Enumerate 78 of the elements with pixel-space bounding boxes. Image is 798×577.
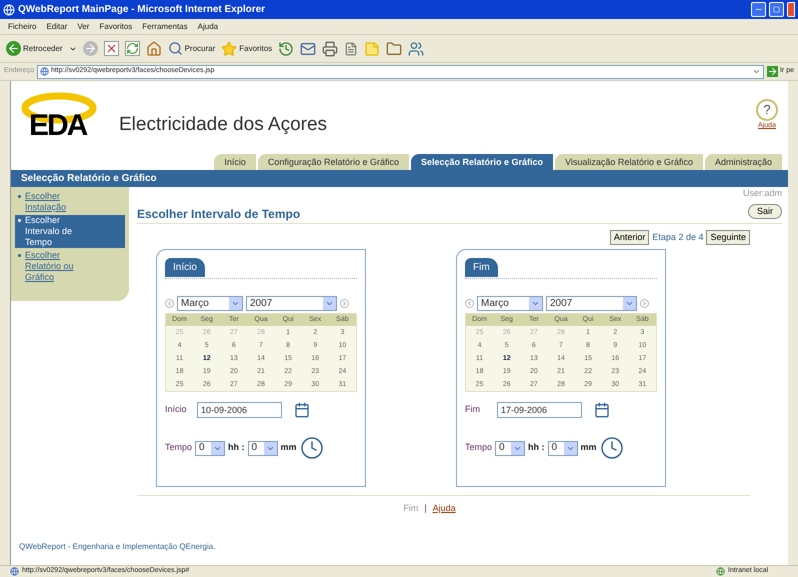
user-label: User:adm [742, 187, 782, 200]
section-bar: Selecção Relatório e Gráfico [11, 170, 788, 187]
maximize-button[interactable] [769, 2, 784, 17]
hours-unit: hh : [228, 441, 245, 454]
copyright-text: QWebReport - Engenharia e Implementação QEnergia. [18, 541, 216, 553]
sidebar-item[interactable]: Escolher Relatório ou Gráfico [15, 250, 125, 283]
next-month-icon[interactable] [340, 299, 349, 308]
clock-icon[interactable] [600, 436, 624, 460]
menu-item[interactable]: Favoritos [99, 20, 132, 32]
clock-icon[interactable] [300, 436, 324, 460]
date-field[interactable]: 10-09-2006 [197, 402, 282, 418]
company-name: Electricidade dos Açores [119, 113, 328, 137]
sidebar-item[interactable]: Escolher Instalação [15, 191, 125, 213]
back-button[interactable]: Retroceder [6, 41, 63, 56]
folder-icon[interactable] [386, 40, 402, 56]
page-icon [10, 567, 19, 576]
search-button[interactable]: Procurar [168, 41, 216, 56]
minimize-button[interactable] [751, 2, 766, 17]
page-icon [40, 67, 49, 76]
forward-icon[interactable] [82, 41, 98, 56]
menu-item[interactable]: Ficheiro [8, 20, 36, 32]
month-select[interactable]: Março [177, 296, 243, 311]
next-month-icon[interactable] [640, 299, 649, 308]
hours-select[interactable]: 0 [195, 440, 226, 456]
menu-item[interactable]: Ajuda [198, 20, 218, 32]
nav-tab[interactable]: Administração [704, 154, 782, 170]
minutes-unit: mm [580, 441, 597, 454]
previous-month-icon[interactable] [465, 299, 474, 308]
page-heading: Escolher Intervalo de Tempo [137, 206, 302, 222]
previous-button[interactable]: Anterior [610, 230, 650, 245]
hours-select[interactable]: 0 [495, 440, 526, 456]
next-button[interactable]: Seguinte [706, 230, 750, 245]
search-icon[interactable] [168, 41, 183, 56]
date-label: Fim [465, 403, 481, 416]
calendar-icon[interactable] [294, 402, 310, 418]
close-button[interactable] [787, 2, 795, 17]
stop-icon[interactable] [104, 41, 119, 56]
nav-tab[interactable]: Início [214, 154, 256, 170]
year-select[interactable]: 2007 [246, 296, 337, 311]
previous-month-icon[interactable] [165, 299, 174, 308]
menu-item[interactable]: Editar [46, 20, 68, 32]
star-icon[interactable] [221, 40, 238, 56]
help-link[interactable]: Ajuda [432, 502, 456, 516]
nav-tab[interactable]: Visualização Relatório e Gráfico [555, 154, 703, 170]
month-select[interactable]: Março [477, 296, 543, 311]
users-icon[interactable] [408, 40, 424, 56]
date-label: Início [165, 403, 188, 416]
back-icon[interactable] [6, 41, 21, 56]
minutes-select[interactable]: 0 [248, 440, 278, 456]
minutes-select[interactable]: 0 [548, 440, 578, 456]
menu-item[interactable]: Ferramentas [142, 20, 188, 32]
time-label: Tempo [165, 441, 192, 454]
home-icon[interactable] [146, 40, 162, 56]
separator: | [424, 502, 427, 515]
hours-unit: hh : [528, 441, 545, 454]
mail-icon[interactable] [300, 40, 316, 56]
time-label: Tempo [465, 441, 492, 454]
minutes-unit: mm [280, 441, 297, 454]
year-select[interactable]: 2007 [546, 296, 637, 311]
refresh-icon[interactable] [124, 41, 140, 56]
logout-button[interactable]: Sair [748, 204, 782, 220]
print-icon[interactable] [322, 40, 338, 56]
end-link[interactable]: Fim [403, 502, 418, 516]
nav-tab[interactable]: Configuração Relatório e Gráfico [258, 154, 409, 170]
date-field[interactable]: 17-09-2006 [497, 402, 582, 418]
globe-icon [716, 567, 725, 576]
history-icon[interactable] [278, 40, 294, 56]
window-title: QWebReport MainPage - Microsoft Internet Explorer [18, 3, 266, 17]
go-icon[interactable] [766, 66, 778, 77]
sidebar-item[interactable]: Escolher Intervalo de Tempo [15, 215, 125, 248]
step-indicator: Etapa 2 de 4 [652, 230, 704, 244]
nav-tab[interactable]: Selecção Relatório e Gráfico [411, 154, 554, 170]
document-icon[interactable] [344, 42, 358, 56]
calendar-icon[interactable] [594, 402, 610, 418]
app-icon [3, 4, 15, 16]
favorites-button[interactable]: Favoritos [221, 40, 272, 56]
menu-item[interactable]: Ver [77, 20, 90, 32]
help-icon[interactable]: ? [756, 99, 778, 121]
